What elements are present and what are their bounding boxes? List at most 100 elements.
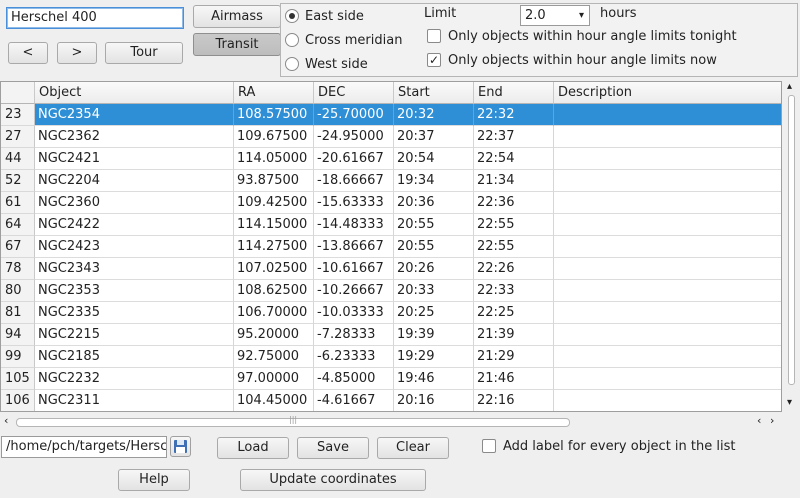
cell-dec[interactable]: -10.03333 (314, 302, 394, 324)
cell-ra[interactable]: 95.20000 (234, 324, 314, 346)
east-side-radio[interactable] (285, 9, 299, 23)
cell-ra[interactable]: 97.00000 (234, 368, 314, 390)
previous-button[interactable]: < (8, 42, 48, 64)
cell-dec[interactable]: -25.70000 (314, 104, 394, 126)
column-header-start[interactable]: Start (394, 82, 474, 104)
cell-object[interactable]: NGC2215 (35, 324, 234, 346)
cell-ra[interactable]: 114.27500 (234, 236, 314, 258)
cell-ra[interactable]: 92.75000 (234, 346, 314, 368)
airmass-button[interactable]: Airmass (193, 5, 281, 28)
cell-end[interactable]: 22:36 (474, 192, 554, 214)
cell-desc[interactable] (554, 104, 781, 126)
cell-start[interactable]: 19:34 (394, 170, 474, 192)
vertical-scroll-thumb[interactable] (788, 95, 795, 385)
row-number[interactable]: 67 (1, 236, 35, 258)
column-header-end[interactable]: End (474, 82, 554, 104)
cell-start[interactable]: 20:36 (394, 192, 474, 214)
horizontal-scroll-thumb[interactable]: ||| (16, 415, 570, 427)
scroll-left-icon[interactable]: ‹ (4, 414, 8, 427)
cell-end[interactable]: 22:54 (474, 148, 554, 170)
cell-object[interactable]: NGC2343 (35, 258, 234, 280)
limit-select[interactable]: 2.0 ▾ (520, 5, 590, 26)
cell-end[interactable]: 22:33 (474, 280, 554, 302)
row-number[interactable]: 52 (1, 170, 35, 192)
cell-dec[interactable]: -18.66667 (314, 170, 394, 192)
cell-desc[interactable] (554, 368, 781, 390)
cell-desc[interactable] (554, 258, 781, 280)
clear-button[interactable]: Clear (377, 437, 449, 459)
row-number[interactable]: 99 (1, 346, 35, 368)
cell-desc[interactable] (554, 192, 781, 214)
cell-dec[interactable]: -14.48333 (314, 214, 394, 236)
cell-end[interactable]: 21:39 (474, 324, 554, 346)
cell-object[interactable]: NGC2422 (35, 214, 234, 236)
cell-desc[interactable] (554, 302, 781, 324)
vertical-scrollbar[interactable]: ▴ ▾ (783, 81, 800, 412)
add-label-checkbox[interactable] (482, 439, 496, 453)
row-number[interactable]: 61 (1, 192, 35, 214)
cell-object[interactable]: NGC2232 (35, 368, 234, 390)
cell-dec[interactable]: -7.28333 (314, 324, 394, 346)
cell-object[interactable]: NGC2421 (35, 148, 234, 170)
cell-desc[interactable] (554, 214, 781, 236)
cell-start[interactable]: 20:25 (394, 302, 474, 324)
row-number[interactable]: 80 (1, 280, 35, 302)
cell-dec[interactable]: -24.95000 (314, 126, 394, 148)
row-number[interactable]: 105 (1, 368, 35, 390)
cell-dec[interactable]: -10.61667 (314, 258, 394, 280)
cell-ra[interactable]: 107.02500 (234, 258, 314, 280)
cell-start[interactable]: 20:26 (394, 258, 474, 280)
cell-end[interactable]: 21:29 (474, 346, 554, 368)
row-number[interactable]: 27 (1, 126, 35, 148)
object-table[interactable]: Object RA DEC Start End Description 23 NG… (0, 81, 782, 412)
column-header-description[interactable]: Description (554, 82, 781, 104)
column-header-ra[interactable]: RA (234, 82, 314, 104)
cell-object[interactable]: NGC2362 (35, 126, 234, 148)
row-number[interactable]: 23 (1, 104, 35, 126)
cell-ra[interactable]: 106.70000 (234, 302, 314, 324)
cell-start[interactable]: 19:29 (394, 346, 474, 368)
cell-dec[interactable]: -15.63333 (314, 192, 394, 214)
horizontal-scrollbar[interactable]: ‹ ||| ‹ › (0, 413, 782, 430)
cell-dec[interactable]: -10.26667 (314, 280, 394, 302)
cell-desc[interactable] (554, 170, 781, 192)
cell-ra[interactable]: 109.67500 (234, 126, 314, 148)
cell-ra[interactable]: 93.87500 (234, 170, 314, 192)
cell-dec[interactable]: -6.23333 (314, 346, 394, 368)
cell-start[interactable]: 20:32 (394, 104, 474, 126)
tonight-checkbox[interactable] (427, 29, 441, 43)
cell-end[interactable]: 21:46 (474, 368, 554, 390)
row-number[interactable]: 64 (1, 214, 35, 236)
cell-object[interactable]: NGC2204 (35, 170, 234, 192)
scroll-up-icon[interactable]: ▴ (787, 81, 792, 92)
cell-object[interactable]: NGC2185 (35, 346, 234, 368)
cell-ra[interactable]: 114.15000 (234, 214, 314, 236)
update-coordinates-button[interactable]: Update coordinates (240, 469, 426, 491)
row-number[interactable]: 44 (1, 148, 35, 170)
cell-start[interactable]: 20:37 (394, 126, 474, 148)
row-number[interactable]: 106 (1, 390, 35, 411)
cell-ra[interactable]: 108.57500 (234, 104, 314, 126)
file-path-input[interactable]: /home/pch/targets/Herschel (1, 436, 167, 458)
cell-start[interactable]: 20:55 (394, 236, 474, 258)
column-header-object[interactable]: Object (35, 82, 234, 104)
cell-dec[interactable]: -13.86667 (314, 236, 394, 258)
next-button[interactable]: > (57, 42, 97, 64)
cell-object[interactable]: NGC2335 (35, 302, 234, 324)
cell-dec[interactable]: -4.61667 (314, 390, 394, 411)
now-checkbox[interactable]: ✓ (427, 53, 441, 67)
cell-start[interactable]: 19:46 (394, 368, 474, 390)
cell-start[interactable]: 20:55 (394, 214, 474, 236)
cell-desc[interactable] (554, 148, 781, 170)
cell-end[interactable]: 22:55 (474, 214, 554, 236)
tour-button[interactable]: Tour (105, 42, 183, 64)
cell-object[interactable]: NGC2423 (35, 236, 234, 258)
cell-end[interactable]: 22:55 (474, 236, 554, 258)
target-list-input[interactable]: Herschel 400 (6, 7, 184, 29)
transit-button[interactable]: Transit (193, 33, 281, 56)
cell-desc[interactable] (554, 324, 781, 346)
west-side-radio[interactable] (285, 57, 299, 71)
cell-dec[interactable]: -4.85000 (314, 368, 394, 390)
cell-end[interactable]: 22:37 (474, 126, 554, 148)
browse-file-button[interactable] (170, 436, 191, 457)
